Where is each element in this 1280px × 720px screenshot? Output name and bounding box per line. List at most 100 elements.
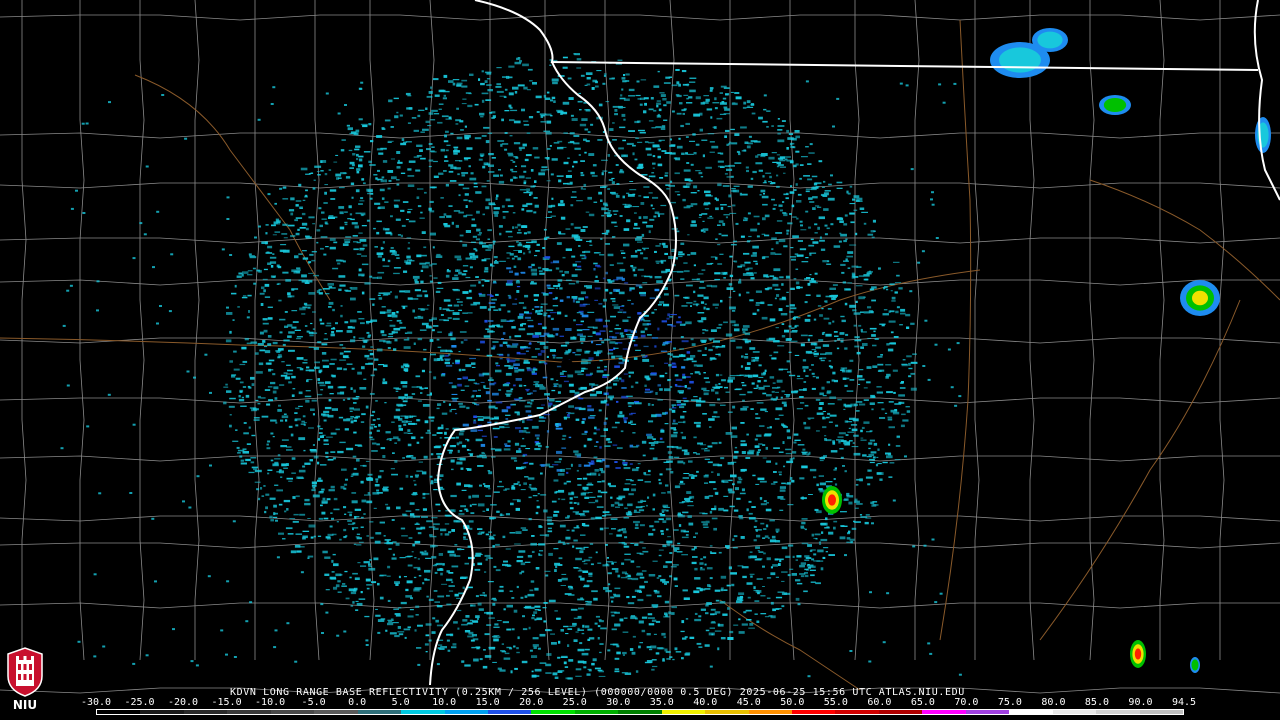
echo-speck (785, 275, 790, 279)
echo-speck (769, 175, 772, 179)
echo-speck (748, 627, 755, 629)
county-line (21, 0, 27, 660)
echo-speck (735, 96, 742, 100)
echo-speck (406, 255, 411, 259)
echo-speck (242, 386, 247, 388)
echo-speck (905, 406, 910, 408)
echo-speck (617, 311, 623, 313)
echo-speck (373, 557, 379, 561)
echo-speck (684, 385, 687, 388)
echo-speck (666, 188, 670, 190)
echo-speck (451, 221, 454, 225)
echo-speck (868, 447, 871, 450)
echo-speck (899, 387, 906, 389)
echo-speck (612, 304, 619, 306)
echo-speck (777, 591, 785, 593)
echo-speck (739, 595, 743, 599)
echo-speck (253, 419, 260, 421)
echo-speck (358, 164, 363, 168)
echo-speck (756, 620, 760, 623)
echo-speck (495, 86, 502, 88)
echo-speck (581, 118, 588, 121)
echo-speck (477, 429, 483, 432)
echo-speck (414, 483, 417, 486)
echo-speck (679, 323, 686, 326)
echo-speck (353, 402, 357, 404)
echo-speck (264, 296, 271, 298)
echo-speck (729, 306, 736, 310)
echo-speck (461, 576, 468, 579)
echo-speck (818, 216, 825, 220)
echo-speck (839, 220, 844, 223)
echo-speck (824, 527, 830, 529)
echo-speck (745, 268, 750, 271)
echo-speck (755, 546, 760, 549)
echo-speck (493, 626, 500, 628)
echo-speck (350, 287, 358, 290)
echo-speck (414, 281, 419, 284)
echo-speck (484, 267, 489, 271)
echo-speck (732, 102, 736, 104)
echo-speck (775, 391, 779, 393)
echo-speck (387, 140, 394, 142)
echo-speck (590, 563, 594, 566)
echo-speck (777, 496, 784, 499)
echo-speck (327, 537, 331, 540)
echo-speck (508, 245, 515, 248)
echo-speck (438, 108, 442, 110)
echo-speck (865, 514, 870, 516)
echo-speck (457, 548, 462, 551)
echo-speck (477, 418, 484, 421)
echo-speck (702, 523, 708, 526)
echo-speck (755, 529, 758, 532)
echo-speck (586, 83, 591, 86)
echo-speck (539, 550, 544, 552)
echo-speck (491, 157, 496, 159)
echo-speck (522, 143, 527, 147)
echo-speck (455, 412, 458, 415)
echo-speck (549, 145, 552, 147)
echo-speck (776, 174, 779, 177)
echo-speck (752, 252, 757, 255)
echo-speck (531, 550, 535, 553)
echo-speck (576, 348, 582, 352)
echo-speck (403, 346, 411, 349)
echo-speck (850, 424, 858, 426)
echo-speck (579, 303, 586, 307)
echo-speck (624, 545, 628, 548)
echo-speck (483, 335, 491, 338)
echo-speck (607, 482, 611, 486)
echo-speck (480, 340, 485, 344)
echo-speck (619, 411, 623, 415)
echo-speck (428, 326, 433, 328)
echo-speck (651, 127, 656, 129)
echo-speck (253, 417, 260, 419)
echo-speck (777, 129, 783, 131)
echo-speck (614, 225, 618, 227)
echo-speck (517, 257, 522, 261)
echo-speck (730, 435, 738, 438)
echo-speck (295, 533, 302, 535)
echo-speck (284, 376, 290, 380)
echo-speck (557, 146, 564, 150)
echo-speck (703, 95, 709, 97)
echo-speck (698, 320, 704, 323)
echo-speck (728, 479, 733, 482)
echo-speck (229, 424, 232, 428)
echo-speck (407, 455, 413, 456)
echo-speck (654, 250, 657, 253)
echo-speck (463, 339, 468, 341)
echo-speck (825, 352, 833, 355)
echo-speck (763, 372, 766, 375)
echo-speck (546, 148, 551, 150)
echo-speck (516, 232, 522, 234)
echo-speck (420, 280, 424, 284)
echo-speck (273, 516, 278, 518)
echo-speck (476, 618, 479, 620)
echo-speck (605, 544, 608, 546)
echo-speck (281, 361, 285, 363)
echo-speck (283, 339, 290, 342)
echo-speck (312, 494, 320, 498)
echo-speck (873, 330, 876, 333)
echo-speck (301, 313, 306, 315)
